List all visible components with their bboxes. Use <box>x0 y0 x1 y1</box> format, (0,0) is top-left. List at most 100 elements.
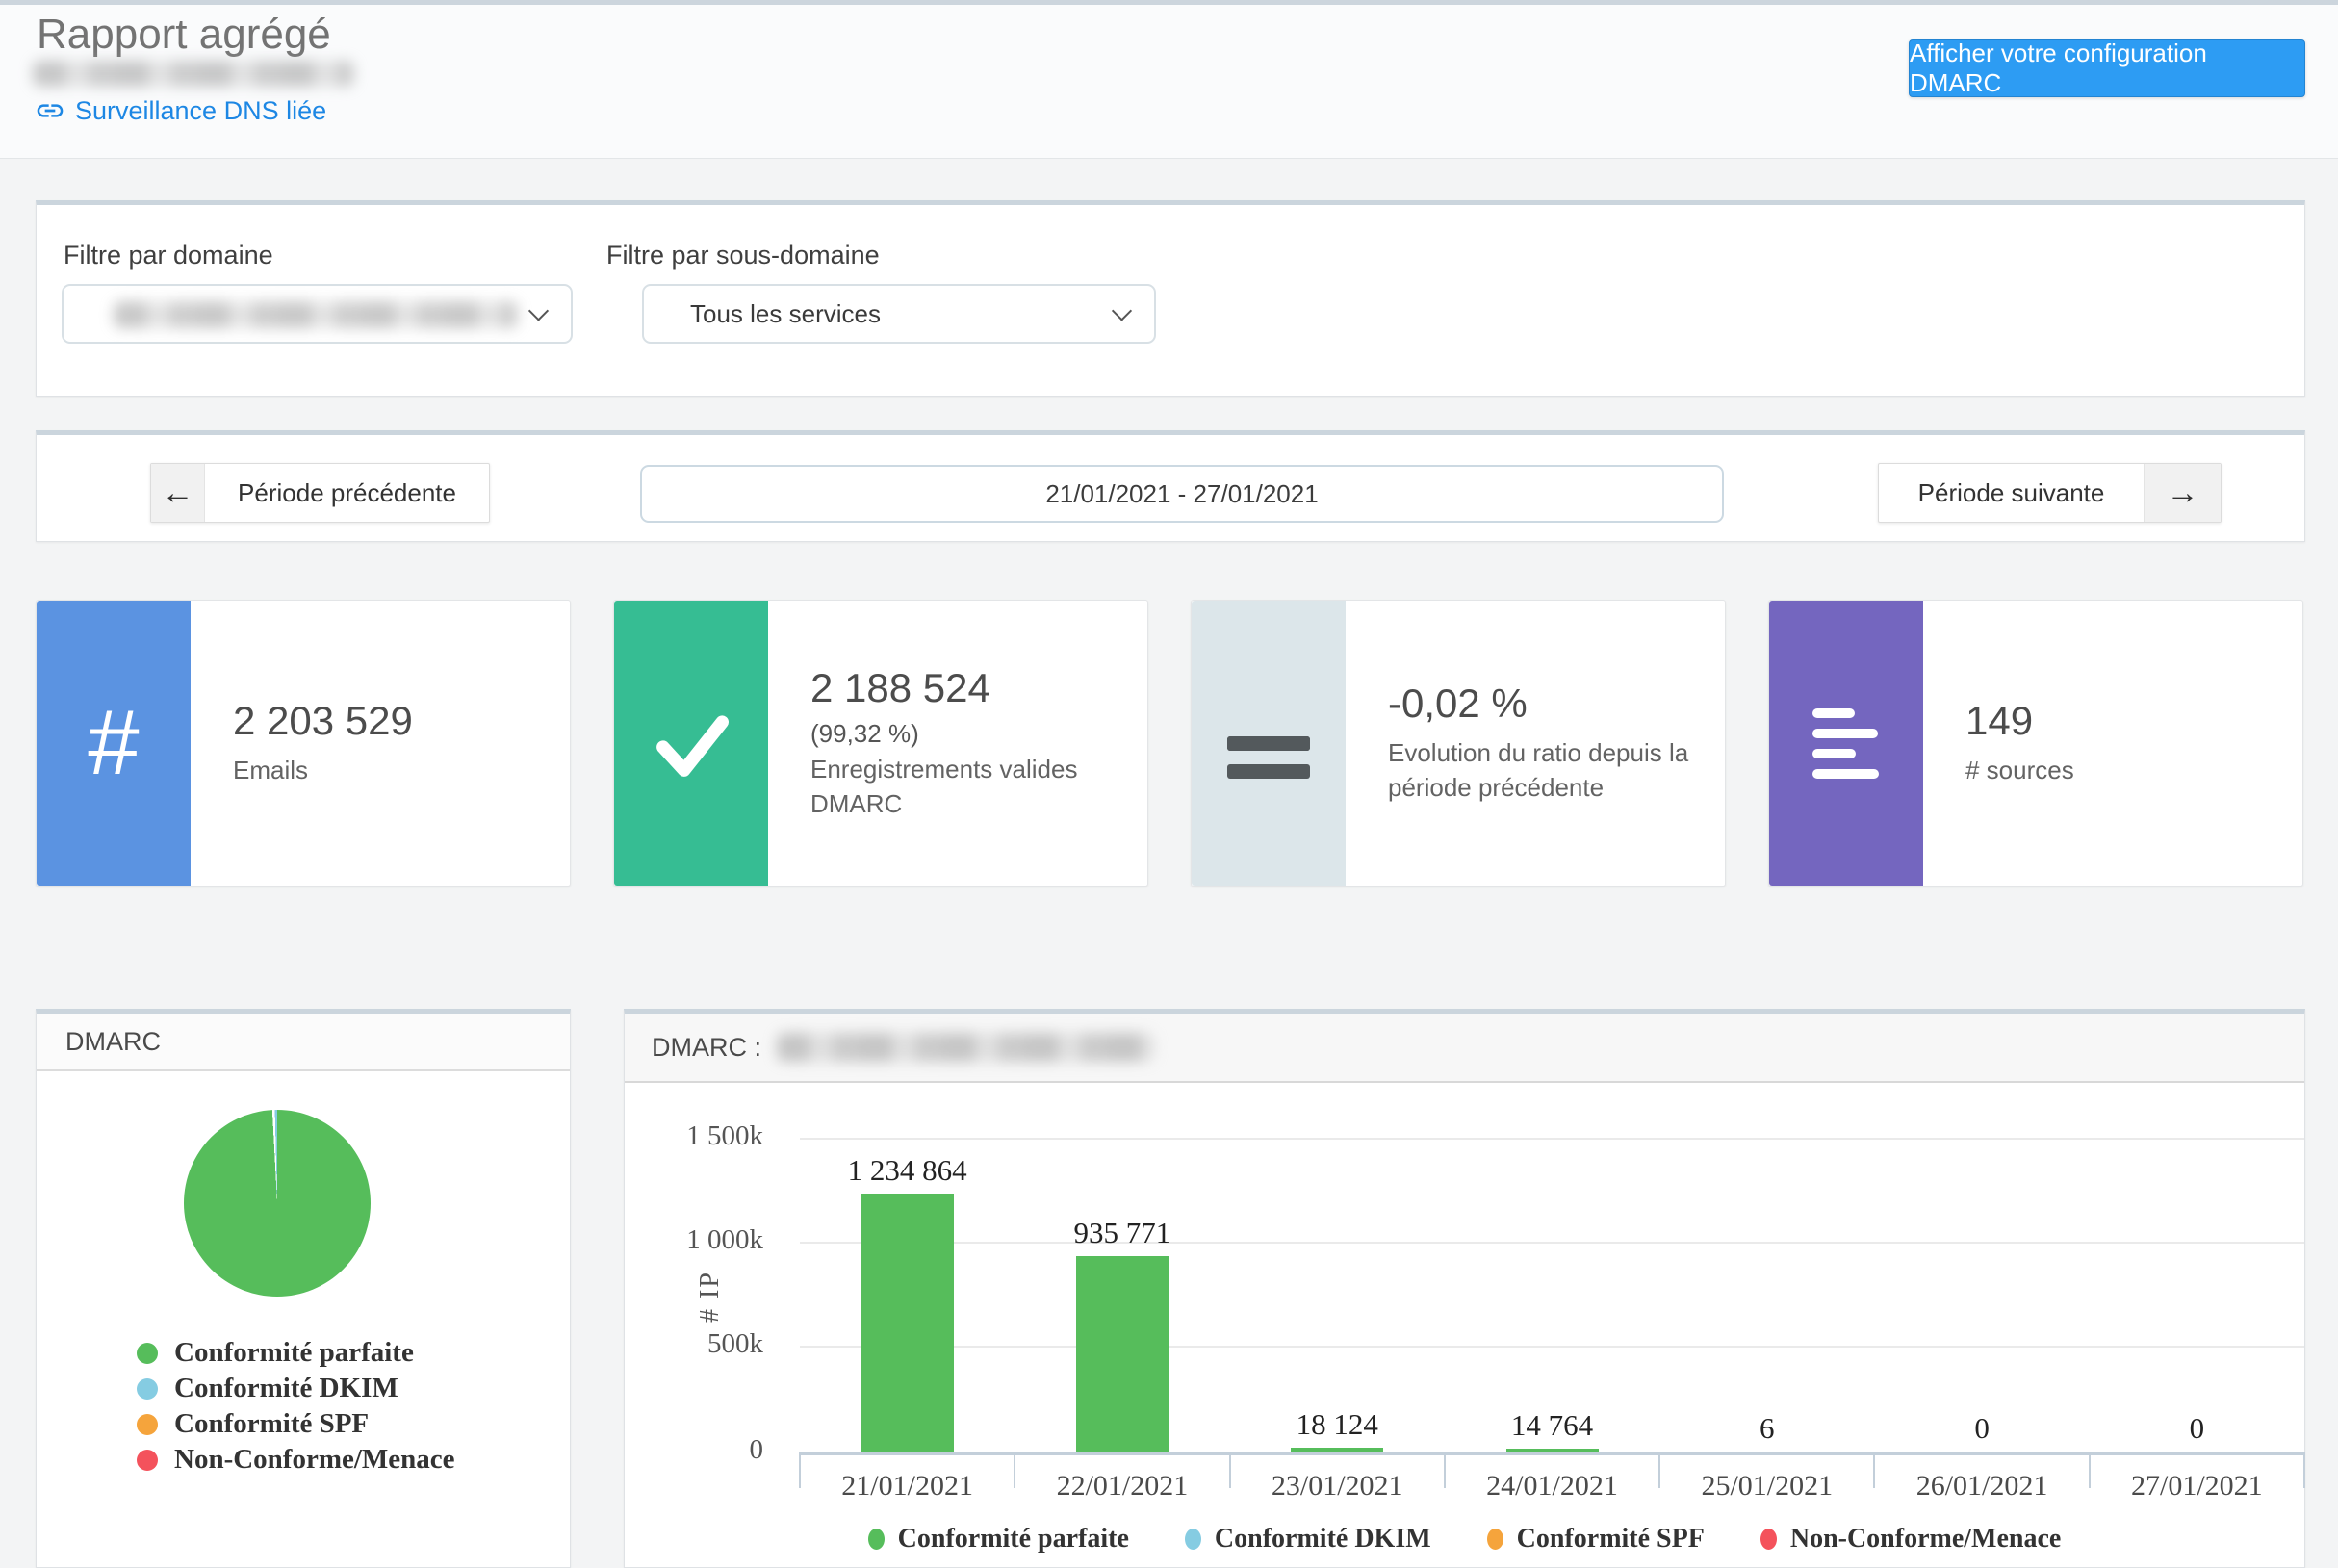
stat-card-valid-dmarc: 2 188 524 (99,32 %) Enregistrements vali… <box>613 600 1148 887</box>
y-tick-label: 0 <box>638 1434 763 1466</box>
bar-value-label: 0 <box>1866 1411 2097 1446</box>
legend-dot <box>868 1529 885 1550</box>
emails-count: 2 203 529 <box>233 698 551 744</box>
bar-24/01/2021[interactable] <box>1506 1449 1599 1452</box>
legend-item[interactable]: Non-Conforme/Menace <box>1760 1524 2061 1555</box>
x-axis-tick <box>2089 1452 2091 1488</box>
stat-body: 2 188 524 (99,32 %) Enregistrements vali… <box>768 601 1147 886</box>
page-header: Rapport agrégé Surveillance DNS liée Aff… <box>0 5 2338 159</box>
pie-card-title: DMARC <box>37 1014 570 1071</box>
date-range-picker[interactable]: 21/01/2021 - 27/01/2021 <box>640 465 1724 523</box>
legend-item[interactable]: Conformité SPF <box>1487 1524 1705 1555</box>
page-title: Rapport agrégé <box>37 11 331 59</box>
x-axis-tick <box>799 1452 801 1488</box>
bar-23/01/2021[interactable] <box>1291 1448 1383 1452</box>
dmarc-report-page: Rapport agrégé Surveillance DNS liée Aff… <box>0 0 2338 1568</box>
gridline <box>800 1138 2304 1140</box>
list-icon <box>1769 601 1923 886</box>
bar-value-label: 1 234 864 <box>792 1153 1023 1188</box>
bar-value-label: 18 124 <box>1221 1407 1452 1442</box>
equals-icon <box>1192 601 1346 886</box>
ratio-evolution-label: Evolution du ratio depuis la période pré… <box>1388 736 1706 806</box>
legend-item[interactable]: Conformité parfaite <box>137 1335 455 1371</box>
legend-label: Conformité DKIM <box>1215 1524 1431 1555</box>
previous-period-button[interactable]: ← Période précédente <box>150 463 490 523</box>
y-tick-label: 1 500k <box>638 1120 763 1152</box>
legend-item[interactable]: Conformité DKIM <box>1185 1524 1431 1555</box>
next-period-label: Période suivante <box>1879 464 2144 522</box>
stat-card-ratio-evolution: -0,02 % Evolution du ratio depuis la pér… <box>1191 600 1726 887</box>
subdomain-filter-label: Filtre par sous-domaine <box>606 241 880 270</box>
redacted-domain-value <box>114 301 518 328</box>
next-period-button[interactable]: Période suivante → <box>1878 463 2222 523</box>
x-tick-label: 24/01/2021 <box>1437 1470 1668 1503</box>
bar-value-label: 935 771 <box>1007 1216 1238 1250</box>
domain-select[interactable] <box>62 284 573 344</box>
subdomain-select-value: Tous les services <box>690 299 881 329</box>
bar-card-title: DMARC : <box>652 1033 761 1063</box>
y-axis-title: # IP <box>695 1271 726 1323</box>
domain-filter-label: Filtre par domaine <box>64 241 273 270</box>
legend-item[interactable]: Conformité SPF <box>137 1406 455 1442</box>
dmarc-pie-card: DMARC Conformité parfaite Conformité DKI… <box>36 1009 571 1568</box>
dns-monitoring-link[interactable]: Surveillance DNS liée <box>35 95 326 126</box>
dmarc-bar-card: DMARC : 1 500k 1 000k 500k 0 # IP 1 234 … <box>624 1009 2305 1568</box>
x-axis-tick <box>1229 1452 1231 1488</box>
check-icon <box>614 601 768 886</box>
bar-21/01/2021[interactable] <box>861 1194 954 1452</box>
x-axis-tick <box>1658 1452 1660 1488</box>
hash-icon: # <box>37 601 191 886</box>
emails-label: Emails <box>233 754 551 788</box>
stat-body: -0,02 % Evolution du ratio depuis la pér… <box>1346 601 1725 886</box>
x-tick-label: 26/01/2021 <box>1866 1470 2097 1503</box>
redacted-domain-subtitle <box>33 61 354 87</box>
pie-legend: Conformité parfaite Conformité DKIM Conf… <box>137 1335 455 1478</box>
legend-label: Conformité SPF <box>1517 1524 1705 1555</box>
valid-dmarc-count: 2 188 524 <box>810 665 1128 711</box>
x-tick-label: 23/01/2021 <box>1221 1470 1452 1503</box>
sources-label: # sources <box>1965 754 2283 788</box>
x-axis-tick <box>1873 1452 1875 1488</box>
x-axis-line <box>800 1452 2304 1455</box>
chevron-down-icon <box>528 300 549 321</box>
ratio-evolution-value: -0,02 % <box>1388 681 1706 727</box>
x-tick-label: 21/01/2021 <box>792 1470 1023 1503</box>
chevron-down-icon <box>1112 300 1132 321</box>
stat-card-emails: # 2 203 529 Emails <box>36 600 571 887</box>
x-tick-label: 27/01/2021 <box>2081 1470 2312 1503</box>
legend-dot <box>1760 1529 1777 1550</box>
show-dmarc-config-button[interactable]: Afficher votre configuration DMARC <box>1909 39 2305 97</box>
valid-dmarc-label: Enregistrements valides DMARC <box>810 753 1128 822</box>
legend-dot <box>137 1378 158 1400</box>
x-tick-label: 22/01/2021 <box>1007 1470 1238 1503</box>
dmarc-pie-chart[interactable] <box>184 1110 371 1297</box>
legend-dot <box>137 1343 158 1364</box>
legend-item[interactable]: Conformité parfaite <box>868 1524 1129 1555</box>
bar-card-header: DMARC : <box>625 1014 2304 1083</box>
legend-dot <box>137 1414 158 1435</box>
x-axis-tick <box>1444 1452 1446 1488</box>
sources-count: 149 <box>1965 698 2283 744</box>
bar-legend: Conformité parfaite Conformité DKIM Conf… <box>625 1524 2304 1555</box>
bar-value-label: 0 <box>2081 1411 2312 1446</box>
gridline <box>800 1346 2304 1348</box>
subdomain-select[interactable]: Tous les services <box>642 284 1156 344</box>
dns-link-label: Surveillance DNS liée <box>75 96 326 126</box>
redacted-domain-title <box>777 1033 1154 1062</box>
legend-label: Conformité SPF <box>174 1408 369 1440</box>
legend-label: Conformité DKIM <box>174 1373 398 1404</box>
bar-value-label: 6 <box>1652 1411 1883 1446</box>
y-tick-label: 500k <box>638 1328 763 1360</box>
legend-label: Non-Conforme/Menace <box>174 1444 455 1476</box>
bar-22/01/2021[interactable] <box>1076 1256 1169 1452</box>
previous-period-label: Période précédente <box>205 464 489 522</box>
x-tick-label: 25/01/2021 <box>1652 1470 1883 1503</box>
legend-item[interactable]: Non-Conforme/Menace <box>137 1442 455 1478</box>
stat-body: 149 # sources <box>1923 601 2302 886</box>
bar-value-label: 14 764 <box>1437 1408 1668 1443</box>
period-card: ← Période précédente 21/01/2021 - 27/01/… <box>36 430 2305 542</box>
legend-item[interactable]: Conformité DKIM <box>137 1371 455 1406</box>
legend-label: Conformité parfaite <box>898 1524 1129 1555</box>
legend-dot <box>1487 1529 1503 1550</box>
valid-dmarc-percent: (99,32 %) <box>810 719 1128 749</box>
